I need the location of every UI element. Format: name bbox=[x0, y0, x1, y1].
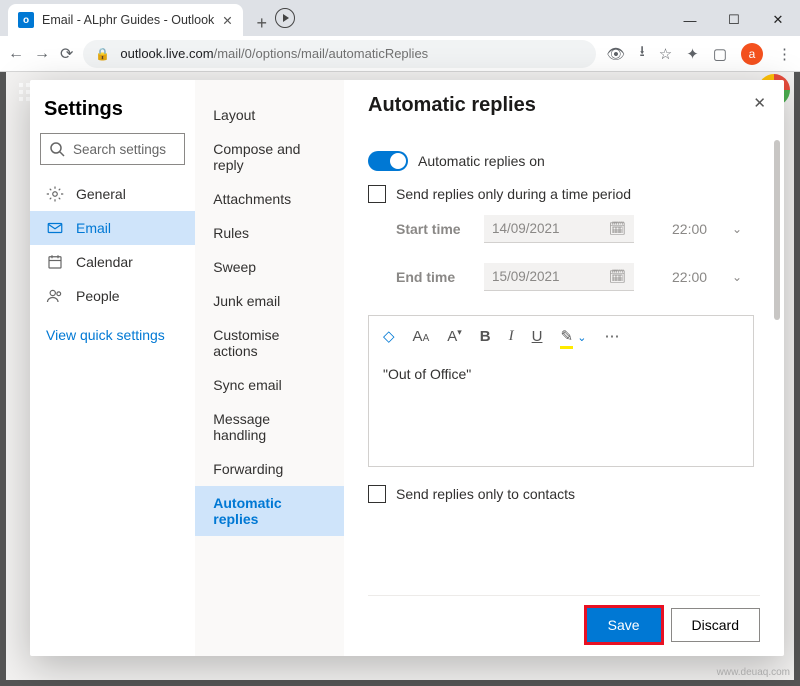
outlook-favicon: o bbox=[18, 12, 34, 28]
contacts-only-label: Send replies only to contacts bbox=[396, 486, 575, 502]
maximize-icon[interactable]: ☐ bbox=[712, 4, 756, 36]
menu-icon[interactable]: ⋮ bbox=[777, 45, 792, 63]
profile-avatar[interactable]: a bbox=[741, 43, 763, 65]
minimize-icon[interactable]: ― bbox=[668, 4, 712, 36]
gear-icon bbox=[46, 185, 64, 203]
panel-footer: Save Discard bbox=[368, 595, 760, 642]
contacts-only-checkbox[interactable] bbox=[368, 485, 386, 503]
time-period-label: Send replies only during a time period bbox=[396, 186, 631, 202]
new-tab-button[interactable]: + bbox=[249, 10, 275, 36]
settings-sidebar: Settings Search settings General Email C… bbox=[30, 80, 195, 656]
subnav-layout[interactable]: Layout bbox=[195, 98, 344, 132]
discard-button[interactable]: Discard bbox=[671, 608, 760, 642]
save-button[interactable]: Save bbox=[587, 608, 661, 642]
reply-editor: ◇ AA A▾ B I U ✎ ⌄ ⋯ "Out of Office" bbox=[368, 315, 754, 467]
font-size-icon[interactable]: A▾ bbox=[447, 327, 462, 345]
editor-toolbar: ◇ AA A▾ B I U ✎ ⌄ ⋯ bbox=[369, 316, 753, 356]
auto-replies-toggle[interactable] bbox=[368, 151, 408, 171]
eye-icon[interactable]: 👁 bbox=[606, 45, 625, 63]
calendar-icon bbox=[46, 253, 64, 271]
subnav-compose[interactable]: Compose and reply bbox=[195, 132, 344, 182]
mail-icon bbox=[46, 219, 64, 237]
end-date-input[interactable]: 15/09/2021🗓 bbox=[484, 263, 634, 291]
category-email[interactable]: Email bbox=[30, 211, 195, 245]
end-hour-value[interactable]: 22:00 bbox=[672, 269, 724, 285]
tab-title: Email - ALphr Guides - Outlook bbox=[42, 13, 214, 27]
start-date-input[interactable]: 14/09/2021🗓 bbox=[484, 215, 634, 243]
font-family-icon[interactable]: AA bbox=[413, 328, 430, 345]
underline-icon[interactable]: U bbox=[532, 328, 543, 345]
bold-icon[interactable]: B bbox=[480, 328, 491, 345]
eraser-icon[interactable]: ◇ bbox=[383, 327, 395, 345]
subnav-list: Layout Compose and reply Attachments Rul… bbox=[195, 98, 344, 536]
category-general[interactable]: General bbox=[30, 177, 195, 211]
start-hour-value[interactable]: 22:00 bbox=[672, 221, 724, 237]
more-formatting-icon[interactable]: ⋯ bbox=[604, 327, 619, 345]
chevron-down-icon[interactable]: ⌄ bbox=[732, 222, 754, 236]
watermark: www.deuaq.com bbox=[717, 667, 790, 678]
view-quick-settings-link[interactable]: View quick settings bbox=[30, 313, 195, 357]
subnav-customise[interactable]: Customise actions bbox=[195, 318, 344, 368]
close-tab-icon[interactable]: ✕ bbox=[222, 13, 232, 28]
forward-icon[interactable]: → bbox=[34, 45, 50, 63]
subnav-forwarding[interactable]: Forwarding bbox=[195, 452, 344, 486]
subnav-sync[interactable]: Sync email bbox=[195, 368, 344, 402]
settings-panel: ✕ Automatic replies Automatic replies on… bbox=[344, 80, 784, 656]
subnav-automatic-replies[interactable]: Automatic replies bbox=[195, 486, 344, 536]
back-icon[interactable]: ← bbox=[8, 45, 24, 63]
reload-icon[interactable]: ⟳ bbox=[60, 44, 73, 64]
bookmark-icon[interactable]: ☆ bbox=[659, 45, 672, 63]
highlight-icon[interactable]: ✎ ⌄ bbox=[560, 327, 586, 345]
scrollbar[interactable] bbox=[774, 140, 780, 596]
editor-textarea[interactable]: "Out of Office" bbox=[369, 356, 753, 466]
search-settings-input[interactable]: Search settings bbox=[40, 133, 185, 165]
subnav-sweep[interactable]: Sweep bbox=[195, 250, 344, 284]
people-icon bbox=[46, 287, 64, 305]
calendar-picker-icon: 🗓 bbox=[609, 269, 626, 285]
calendar-picker-icon: 🗓 bbox=[609, 221, 626, 237]
browser-toolbar: ← → ⟳ 🔒 outlook.live.com/mail/0/options/… bbox=[0, 36, 800, 72]
close-window-icon[interactable]: ✕ bbox=[756, 4, 800, 36]
close-dialog-icon[interactable]: ✕ bbox=[753, 94, 766, 112]
start-time-label: Start time bbox=[396, 221, 476, 237]
browser-titlebar: o Email - ALphr Guides - Outlook ✕ + ― ☐… bbox=[0, 0, 800, 36]
italic-icon[interactable]: I bbox=[509, 328, 514, 345]
settings-dialog: Settings Search settings General Email C… bbox=[30, 80, 784, 656]
toolbar-icons: 👁 ⭳ ☆ ✦ ▢ a ⋮ bbox=[606, 41, 792, 66]
subnav-rules[interactable]: Rules bbox=[195, 216, 344, 250]
subnav-message-handling[interactable]: Message handling bbox=[195, 402, 344, 452]
page-body: Settings Search settings General Email C… bbox=[0, 72, 800, 686]
search-icon bbox=[49, 141, 65, 157]
address-bar[interactable]: 🔒 outlook.live.com/mail/0/options/mail/a… bbox=[83, 40, 596, 68]
category-list: General Email Calendar People bbox=[30, 177, 195, 313]
subnav-junk[interactable]: Junk email bbox=[195, 284, 344, 318]
category-calendar[interactable]: Calendar bbox=[30, 245, 195, 279]
panel-content: Automatic replies on Send replies only d… bbox=[368, 137, 760, 587]
panel-title: Automatic replies bbox=[368, 94, 760, 117]
category-people[interactable]: People bbox=[30, 279, 195, 313]
media-badge-icon[interactable] bbox=[275, 8, 295, 28]
chevron-down-icon[interactable]: ⌄ bbox=[732, 270, 754, 284]
search-placeholder: Search settings bbox=[73, 142, 166, 157]
lock-icon: 🔒 bbox=[95, 47, 110, 61]
subnav-attachments[interactable]: Attachments bbox=[195, 182, 344, 216]
url-text: outlook.live.com/mail/0/options/mail/aut… bbox=[120, 46, 428, 61]
cast-icon[interactable]: ▢ bbox=[713, 45, 727, 63]
window-controls: ― ☐ ✕ bbox=[668, 4, 800, 36]
end-time-label: End time bbox=[396, 269, 476, 285]
settings-title: Settings bbox=[44, 98, 181, 121]
browser-tab[interactable]: o Email - ALphr Guides - Outlook ✕ bbox=[8, 4, 243, 36]
extensions-icon[interactable]: ✦ bbox=[686, 45, 699, 63]
settings-subnav: Layout Compose and reply Attachments Rul… bbox=[195, 80, 344, 656]
time-period-checkbox[interactable] bbox=[368, 185, 386, 203]
toggle-label: Automatic replies on bbox=[418, 153, 545, 169]
install-icon[interactable]: ⭳ bbox=[640, 41, 645, 66]
